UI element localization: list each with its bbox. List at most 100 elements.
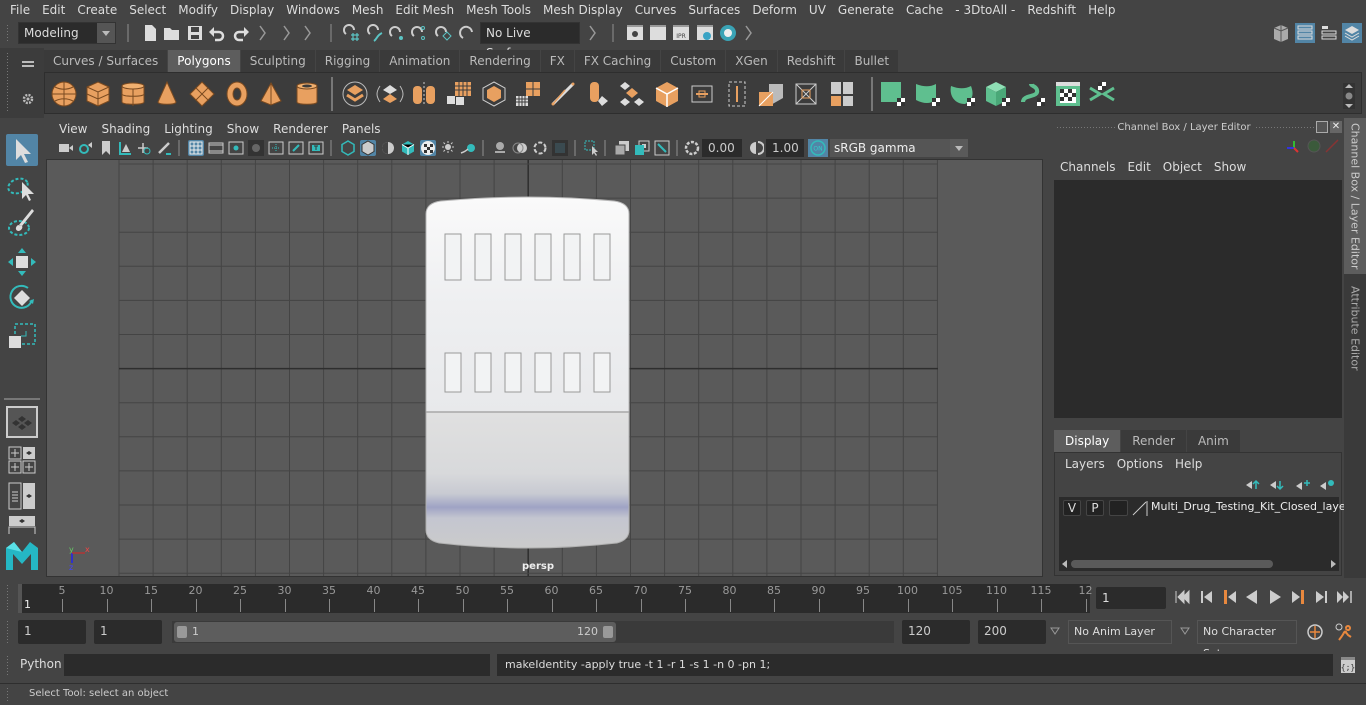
new-scene-icon[interactable]: [141, 24, 159, 42]
viewport-canvas[interactable]: persp y x z: [47, 160, 1043, 577]
menu-create[interactable]: Create: [71, 3, 123, 17]
shelf-menu-icon[interactable]: [22, 61, 34, 63]
move-layer-down-icon[interactable]: [1269, 479, 1285, 491]
collapse-arrow-icon[interactable]: [588, 24, 598, 42]
exposure-field[interactable]: 0.00: [702, 139, 742, 157]
channel-box-menu-object[interactable]: Object: [1157, 160, 1208, 174]
live-surface-field[interactable]: No Live Surface: [480, 22, 580, 60]
gate-mask-icon[interactable]: [248, 140, 264, 156]
extrude-icon[interactable]: [584, 80, 612, 108]
scale-tool-button[interactable]: [6, 320, 38, 352]
collapse-arrow-icon[interactable]: [744, 24, 754, 42]
channel-box-menu-edit[interactable]: Edit: [1122, 160, 1157, 174]
layer-menu-help[interactable]: Help: [1169, 457, 1208, 471]
range-slider-grip[interactable]: [6, 620, 10, 644]
layer-menu-options[interactable]: Options: [1111, 457, 1169, 471]
step-forward-key-icon[interactable]: [1290, 588, 1308, 606]
menu-3dtoall[interactable]: - 3DtoAll -: [949, 3, 1021, 17]
animation-start-field[interactable]: 1: [18, 620, 86, 644]
layer-menu-layers[interactable]: Layers: [1059, 457, 1111, 471]
help-line-grip[interactable]: [6, 687, 10, 703]
viewport-menu-view[interactable]: View: [52, 122, 94, 136]
auto-keyframe-toggle-icon[interactable]: [1305, 622, 1325, 642]
snap-to-projected-center-icon[interactable]: [410, 24, 428, 42]
range-slider-handle[interactable]: 1 120: [174, 622, 616, 642]
motion-blur-icon[interactable]: [512, 140, 528, 156]
close-panel-icon[interactable]: ✕: [1330, 121, 1342, 133]
layer-playback-toggle[interactable]: P: [1086, 500, 1104, 516]
anim-layer-dropdown[interactable]: No Anim Layer: [1068, 620, 1172, 644]
redo-icon[interactable]: [232, 24, 250, 42]
field-chart-icon[interactable]: [268, 140, 284, 156]
depth-of-field-icon[interactable]: [552, 140, 568, 156]
poly-cone-icon[interactable]: [153, 80, 181, 108]
select-tool-button[interactable]: [6, 134, 38, 166]
automatic-uv-icon[interactable]: [984, 80, 1012, 108]
mirror-icon[interactable]: [410, 80, 438, 108]
cylindrical-uv-icon[interactable]: [914, 80, 942, 108]
go-to-end-icon[interactable]: [1335, 588, 1353, 606]
range-end-grip[interactable]: [603, 626, 613, 638]
render-settings-icon[interactable]: [696, 24, 714, 42]
range-slider-track[interactable]: 1 120: [172, 621, 894, 643]
open-scene-icon[interactable]: [163, 24, 181, 42]
menu-help[interactable]: Help: [1082, 3, 1121, 17]
new-layer-icon[interactable]: [1295, 479, 1311, 491]
shelf-tab-redshift[interactable]: Redshift: [777, 50, 846, 72]
cut-uv-edges-icon[interactable]: [1088, 80, 1116, 108]
shelf-scroll[interactable]: [1343, 83, 1355, 109]
use-default-material-icon[interactable]: [380, 140, 396, 156]
shelf-grip[interactable]: [6, 52, 10, 112]
multi-cut-icon[interactable]: [723, 80, 751, 108]
animation-preferences-icon[interactable]: [1334, 622, 1354, 642]
wireframe-on-shaded-icon[interactable]: [400, 140, 416, 156]
pin-icon[interactable]: [1324, 138, 1340, 154]
offset-edge-loop-icon[interactable]: [757, 80, 785, 108]
gamma-field[interactable]: 1.00: [766, 139, 804, 157]
xray-active-components-icon[interactable]: [634, 140, 650, 156]
anim-layer-dropdown-arrow-icon[interactable]: [1050, 627, 1060, 635]
menu-modify[interactable]: Modify: [172, 3, 224, 17]
move-tool-button[interactable]: [6, 246, 38, 278]
scroll-right-icon[interactable]: [1331, 560, 1336, 568]
status-line-grip[interactable]: [6, 24, 10, 42]
channel-box-menu-channels[interactable]: Channels: [1054, 160, 1122, 174]
color-management-toggle[interactable]: ON: [808, 139, 828, 157]
collapse-arrow-icon[interactable]: [282, 24, 292, 42]
layer-row[interactable]: V P Multi_Drug_Testing_Kit_Closed_layer: [1059, 497, 1350, 519]
rotate-tool-button[interactable]: [6, 282, 38, 314]
viewport-menu-show[interactable]: Show: [220, 122, 266, 136]
time-slider-grip[interactable]: [6, 584, 10, 612]
scrollbar-thumb[interactable]: [1071, 560, 1273, 568]
menu-generate[interactable]: Generate: [832, 3, 900, 17]
layer-display-type-toggle[interactable]: [1109, 500, 1128, 516]
menu-redshift[interactable]: Redshift: [1021, 3, 1082, 17]
range-start-grip[interactable]: [177, 626, 187, 638]
current-time-marker[interactable]: [18, 584, 22, 613]
merge-icon[interactable]: [618, 80, 646, 108]
tool-settings-toggle-icon[interactable]: [1320, 24, 1338, 42]
screen-space-ambient-occlusion-icon[interactable]: [492, 140, 508, 156]
menu-curves[interactable]: Curves: [629, 3, 683, 17]
shelf-tab-curves-surfaces[interactable]: Curves / Surfaces: [44, 50, 169, 72]
color-space-dropdown[interactable]: sRGB gamma: [830, 139, 968, 157]
isolate-select-icon[interactable]: [584, 140, 600, 156]
shadows-icon[interactable]: [460, 140, 476, 156]
hypershade-icon[interactable]: [719, 24, 737, 42]
move-layer-up-icon[interactable]: [1245, 479, 1261, 491]
layer-list-horizontal-scrollbar[interactable]: [1059, 557, 1339, 571]
command-input[interactable]: [64, 654, 490, 676]
uv-editor-icon[interactable]: [1054, 80, 1082, 108]
grease-pencil-icon[interactable]: [156, 140, 172, 156]
menu-select[interactable]: Select: [123, 3, 172, 17]
play-backwards-icon[interactable]: [1243, 588, 1261, 606]
safe-title-icon[interactable]: [308, 140, 324, 156]
separate-icon[interactable]: [376, 80, 404, 108]
float-panel-icon[interactable]: [1316, 121, 1328, 133]
make-live-icon[interactable]: [458, 24, 476, 42]
shelf-tab-bullet[interactable]: Bullet: [845, 50, 900, 72]
channel-box-menu-show[interactable]: Show: [1208, 160, 1252, 174]
layer-name[interactable]: Multi_Drug_Testing_Kit_Closed_layer: [1151, 500, 1350, 513]
attribute-editor-toggle-icon[interactable]: [1295, 23, 1315, 43]
layer-tab-anim[interactable]: Anim: [1186, 430, 1240, 452]
